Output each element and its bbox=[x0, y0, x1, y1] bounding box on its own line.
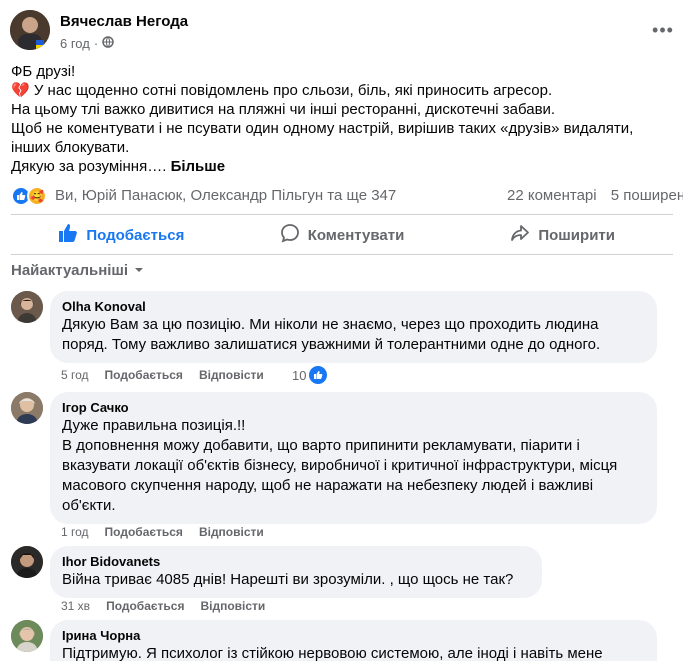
comment-button[interactable]: Коментувати bbox=[232, 218, 453, 252]
care-reaction-icon: 🥰 bbox=[27, 186, 47, 206]
like-badge-icon bbox=[309, 366, 328, 384]
comments-count[interactable]: 22 коментарі bbox=[507, 187, 597, 204]
reaction-icons[interactable]: 🥰 bbox=[11, 186, 47, 206]
commenter-avatar[interactable] bbox=[11, 392, 43, 424]
commenter-avatar[interactable] bbox=[11, 546, 43, 578]
comment-time[interactable]: 1 год bbox=[61, 525, 89, 539]
comment-bubble: Olha Konoval Дякую Вам за цю позицію. Ми… bbox=[50, 291, 657, 363]
post-header: Вячеслав Негода 6 год · ••• bbox=[10, 10, 683, 54]
comment-text: об'єкти. bbox=[62, 497, 116, 514]
comment-text: вказувати локації об'єктів бізнесу, виро… bbox=[62, 457, 618, 474]
author-name[interactable]: Вячеслав Негода bbox=[60, 13, 188, 30]
comment-text: Дякую Вам за цю позицію. Ми ніколи не зн… bbox=[62, 316, 599, 333]
post-line: Дякую за розуміння…. Більше bbox=[11, 158, 226, 175]
post-counts: 22 коментарі 5 поширень bbox=[507, 187, 683, 204]
post-actions: Подобається Коментувати Поширити bbox=[11, 218, 673, 252]
comment-reply-button[interactable]: Відповісти bbox=[199, 368, 264, 382]
comment-text: масового скупчення народу, щоб не наража… bbox=[62, 477, 594, 494]
reactions-bar: 🥰 Ви, Юрій Панасюк, Олександр Пільгун та… bbox=[11, 186, 683, 208]
comment-reply-button[interactable]: Відповісти bbox=[199, 525, 264, 539]
comment-bubble: Ігор Сачко Дуже правильна позиція.!! В д… bbox=[50, 392, 657, 524]
broken-heart-icon: 💔 bbox=[11, 82, 30, 99]
post-line: 💔 У нас щоденно сотні повідомлень про сл… bbox=[11, 82, 553, 99]
post-time[interactable]: 6 год bbox=[60, 36, 90, 51]
comment-like-count[interactable]: 10 bbox=[292, 366, 328, 384]
commenter-name[interactable]: Ірина Чорна bbox=[62, 628, 645, 644]
like-button-label: Подобається bbox=[86, 226, 185, 244]
comment-button-label: Коментувати bbox=[307, 226, 405, 244]
post-line: На цьому тлі важко дивитися на пляжні чи… bbox=[11, 101, 556, 118]
commenter-name[interactable]: Ігор Сачко bbox=[62, 400, 645, 416]
comment-text: В доповнення можу добавити, що варто при… bbox=[62, 437, 580, 454]
comment-text: Війна триває 4085 днів! Нарешті ви зрозу… bbox=[62, 571, 514, 588]
thumbs-up-icon bbox=[58, 223, 78, 247]
sort-label: Найактуальніші bbox=[11, 262, 129, 279]
divider bbox=[11, 254, 673, 255]
reactions-names[interactable]: Ви, Юрій Панасюк, Олександр Пільгун та щ… bbox=[55, 187, 396, 204]
more-options-icon[interactable]: ••• bbox=[651, 18, 675, 42]
comment-footer: 31 хв Подобається Відповісти bbox=[61, 599, 265, 613]
post-meta: 6 год · bbox=[60, 36, 114, 51]
commenter-name[interactable]: Olha Konoval bbox=[62, 299, 645, 315]
comment-time[interactable]: 5 год bbox=[61, 368, 89, 382]
commenter-avatar[interactable] bbox=[11, 620, 43, 652]
post-line: інших блокувати. bbox=[11, 139, 130, 156]
comment-footer: 5 год Подобається Відповісти bbox=[61, 368, 264, 382]
globe-icon bbox=[102, 36, 114, 51]
comment-text: Дуже правильна позиція.!! bbox=[62, 417, 246, 434]
commenter-avatar[interactable] bbox=[11, 291, 43, 323]
comment-text: поряд. Тому важливо залишатися уважними … bbox=[62, 336, 601, 353]
see-more-link[interactable]: Більше bbox=[171, 158, 226, 175]
dot-separator: · bbox=[93, 36, 99, 51]
caret-down-icon bbox=[134, 262, 144, 279]
comment-sort-dropdown[interactable]: Найактуальніші bbox=[11, 262, 144, 279]
comment-like-button[interactable]: Подобається bbox=[105, 368, 183, 382]
comment-bubble: Ihor Bidovanets Війна триває 4085 днів! … bbox=[50, 546, 542, 598]
share-button-label: Поширити bbox=[538, 226, 615, 244]
shares-count[interactable]: 5 поширень bbox=[611, 187, 683, 204]
comment-footer: 1 год Подобається Відповісти bbox=[61, 525, 264, 539]
commenter-name[interactable]: Ihor Bidovanets bbox=[62, 554, 530, 570]
comment-like-button[interactable]: Подобається bbox=[105, 525, 183, 539]
author-avatar[interactable] bbox=[10, 10, 50, 50]
post-body: ФБ друзі! 💔 У нас щоденно сотні повідомл… bbox=[11, 62, 676, 176]
comment-icon bbox=[280, 223, 300, 247]
divider bbox=[11, 214, 673, 215]
comment-bubble: Ірина Чорна Підтримую. Я психолог із сті… bbox=[50, 620, 657, 661]
share-icon bbox=[510, 223, 530, 247]
comment-time[interactable]: 31 хв bbox=[61, 599, 90, 613]
like-button[interactable]: Подобається bbox=[11, 218, 232, 252]
comment-reply-button[interactable]: Відповісти bbox=[200, 599, 265, 613]
comment-text: Підтримую. Я психолог із стійкою нервово… bbox=[62, 645, 603, 661]
post-line: ФБ друзі! bbox=[11, 63, 76, 80]
post-line: Щоб не коментувати і не псувати один одн… bbox=[11, 120, 634, 137]
share-button[interactable]: Поширити bbox=[452, 218, 673, 252]
comment-like-button[interactable]: Подобається bbox=[106, 599, 184, 613]
